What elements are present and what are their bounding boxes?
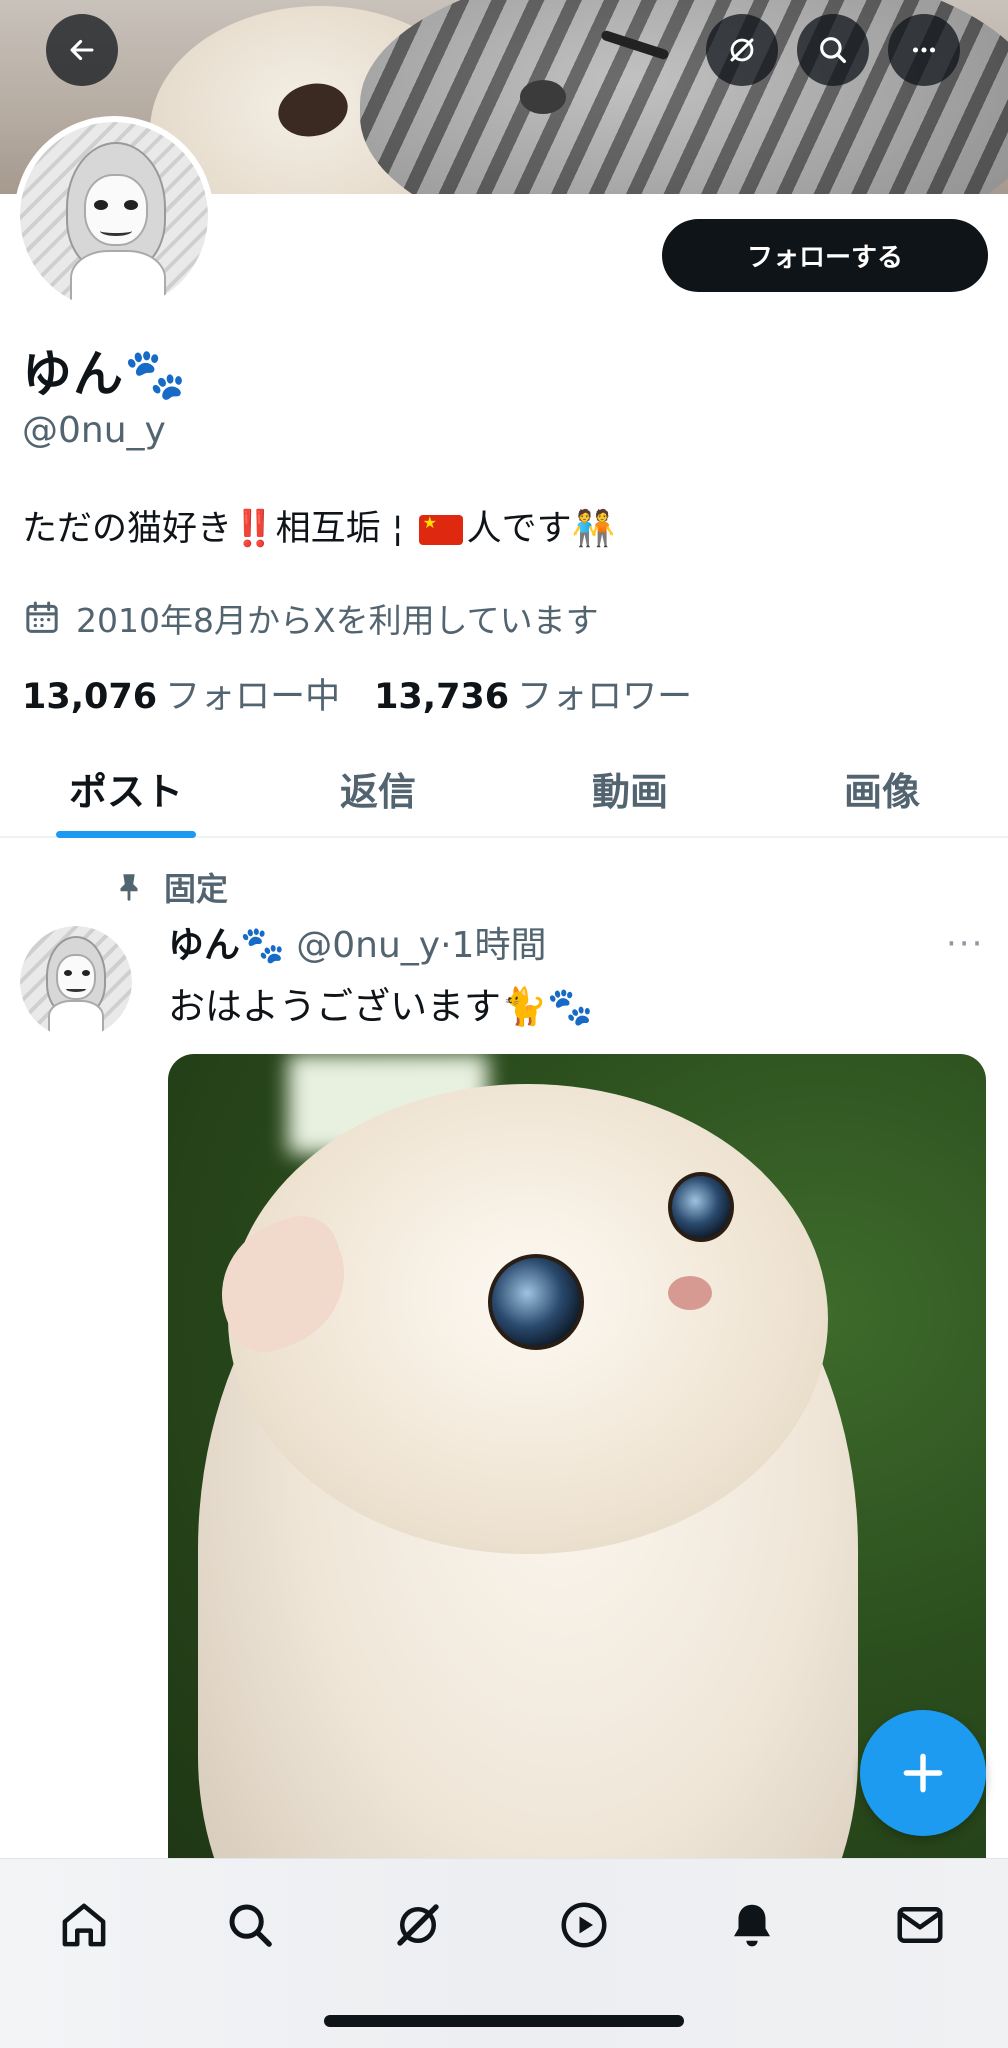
- post-handle-time: @0nu_y·1時間: [284, 925, 547, 966]
- post-avatar[interactable]: [20, 926, 132, 1038]
- avatar-image: [20, 122, 208, 310]
- tab-videos[interactable]: 動画: [504, 740, 756, 836]
- search-icon: [820, 37, 847, 64]
- user-handle: @0nu_y: [22, 410, 166, 451]
- notifications-icon: [734, 1904, 770, 1947]
- nav-grok[interactable]: [378, 1885, 458, 1965]
- avatar-eye: [82, 970, 90, 976]
- avatar-mouth: [100, 226, 132, 236]
- profile-tabs: ポスト 返信 動画 画像: [0, 740, 1008, 838]
- pin-icon: [120, 874, 138, 902]
- post-text: おはようございます🐈🐾: [168, 985, 594, 1028]
- avatar-eye: [94, 200, 108, 210]
- home-icon: [62, 1903, 106, 1947]
- bio-text: ただの猫好き: [22, 509, 233, 549]
- bio-exclaim: ‼️: [232, 509, 276, 549]
- plus-icon: [903, 1753, 943, 1793]
- join-date: 2010年8月からXを利用しています: [22, 594, 599, 642]
- profile-bio: ただの猫好き‼️相互垢 ¦ 人です🧑‍🤝‍🧑: [22, 500, 615, 551]
- kitten-nose: [668, 1276, 712, 1310]
- follow-stats: 13,076 フォロー中 13,736 フォロワー: [22, 668, 692, 719]
- following-label: フォロー中: [165, 677, 341, 717]
- avatar-eye: [64, 970, 72, 976]
- video-icon: [561, 1902, 607, 1948]
- kitten-eye: [488, 1254, 584, 1350]
- post-header: ゆん🐾 @0nu_y·1時間: [168, 916, 546, 968]
- kitten-eye: [668, 1172, 734, 1242]
- display-name: ゆん🐾: [22, 345, 188, 403]
- tab-images[interactable]: 画像: [756, 740, 1008, 836]
- bio-text: 相互垢 ¦: [275, 509, 415, 549]
- following-count: 13,076: [22, 677, 158, 717]
- messages-icon: [897, 1907, 943, 1943]
- avatar-face: [56, 954, 96, 1000]
- compose-button[interactable]: [860, 1710, 986, 1836]
- search-icon: [229, 1904, 272, 1947]
- avatar-body: [48, 1000, 104, 1038]
- bio-text: 人です: [466, 509, 572, 549]
- followers-label: フォロワー: [517, 677, 693, 717]
- search-button[interactable]: [797, 14, 869, 86]
- china-flag-icon: [418, 513, 463, 545]
- avatar-eye: [124, 200, 138, 210]
- profile-avatar[interactable]: [14, 116, 214, 316]
- more-button[interactable]: [888, 14, 960, 86]
- nav-notifications[interactable]: [712, 1885, 792, 1965]
- nav-video[interactable]: [544, 1885, 624, 1965]
- banner-cat-nose: [520, 80, 566, 114]
- tab-posts[interactable]: ポスト: [0, 740, 252, 836]
- followers-link[interactable]: 13,736 フォロワー: [374, 668, 692, 719]
- pinned-label: 固定: [164, 870, 229, 908]
- grok-icon: [397, 1904, 439, 1946]
- bio-emoji: 🧑‍🤝‍🧑: [571, 509, 616, 549]
- nav-messages[interactable]: [880, 1885, 960, 1965]
- avatar-body: [70, 250, 166, 310]
- tab-replies[interactable]: 返信: [252, 740, 504, 836]
- avatar-mouth: [66, 986, 86, 992]
- nav-search[interactable]: [210, 1885, 290, 1965]
- post-more-button[interactable]: ···: [946, 924, 984, 964]
- grok-icon: [730, 38, 754, 62]
- pinned-indicator: 固定: [112, 864, 228, 910]
- join-date-text: 2010年8月からXを利用しています: [76, 601, 599, 640]
- post-author-name[interactable]: ゆん🐾: [168, 925, 285, 966]
- followers-count: 13,736: [374, 677, 510, 717]
- grok-button[interactable]: [706, 14, 778, 86]
- calendar-icon: [26, 601, 58, 633]
- back-button[interactable]: [46, 14, 118, 86]
- avatar-image: [20, 926, 132, 1038]
- home-indicator[interactable]: [324, 2015, 684, 2027]
- back-arrow-icon: [70, 39, 94, 61]
- follow-button[interactable]: フォローする: [662, 219, 988, 292]
- following-link[interactable]: 13,076 フォロー中: [22, 668, 340, 719]
- more-icon: [912, 47, 936, 53]
- nav-home[interactable]: [44, 1885, 124, 1965]
